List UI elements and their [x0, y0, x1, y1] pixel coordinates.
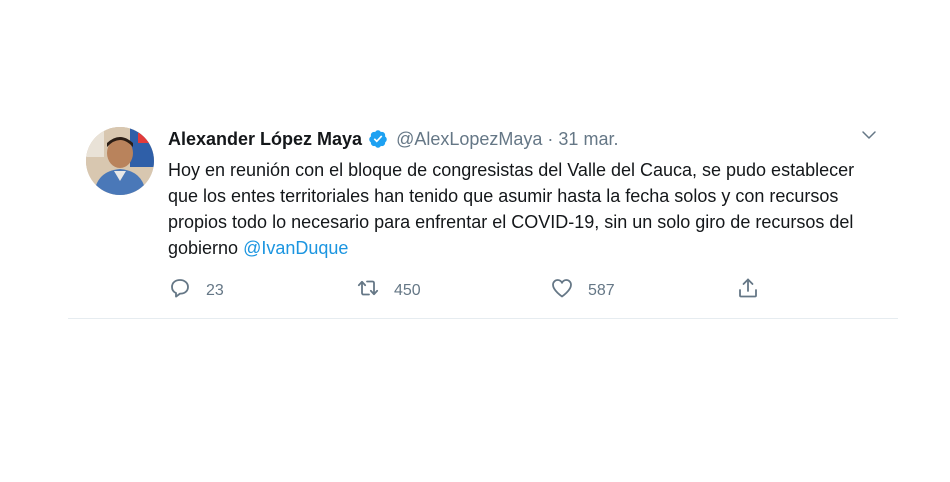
- tweet-content: Alexander López Maya @AlexLopezMaya · 31…: [168, 124, 868, 261]
- reply-count: 23: [206, 281, 224, 299]
- reply-icon: [168, 276, 192, 305]
- avatar[interactable]: [86, 127, 154, 195]
- author-name[interactable]: Alexander López Maya: [168, 129, 362, 150]
- mention-link[interactable]: @IvanDuque: [243, 238, 348, 258]
- reply-button[interactable]: 23: [168, 276, 224, 305]
- retweet-count: 450: [394, 281, 421, 299]
- like-count: 587: [588, 281, 615, 299]
- tweet-actions: 23 450 587: [168, 276, 788, 306]
- divider: [68, 318, 898, 319]
- share-icon: [736, 276, 760, 305]
- like-button[interactable]: 587: [550, 276, 615, 305]
- heart-icon: [550, 276, 574, 305]
- tweet-date[interactable]: 31 mar.: [558, 129, 618, 150]
- verified-badge-icon: [368, 129, 388, 149]
- chevron-down-icon[interactable]: [860, 126, 878, 144]
- author-handle[interactable]: @AlexLopezMaya: [396, 129, 542, 150]
- share-button[interactable]: [736, 276, 760, 305]
- retweet-icon: [356, 276, 380, 305]
- tweet-header: Alexander López Maya @AlexLopezMaya · 31…: [168, 124, 868, 154]
- retweet-button[interactable]: 450: [356, 276, 421, 305]
- separator-dot: ·: [547, 128, 554, 149]
- tweet-text: Hoy en reunión con el bloque de congresi…: [168, 157, 868, 261]
